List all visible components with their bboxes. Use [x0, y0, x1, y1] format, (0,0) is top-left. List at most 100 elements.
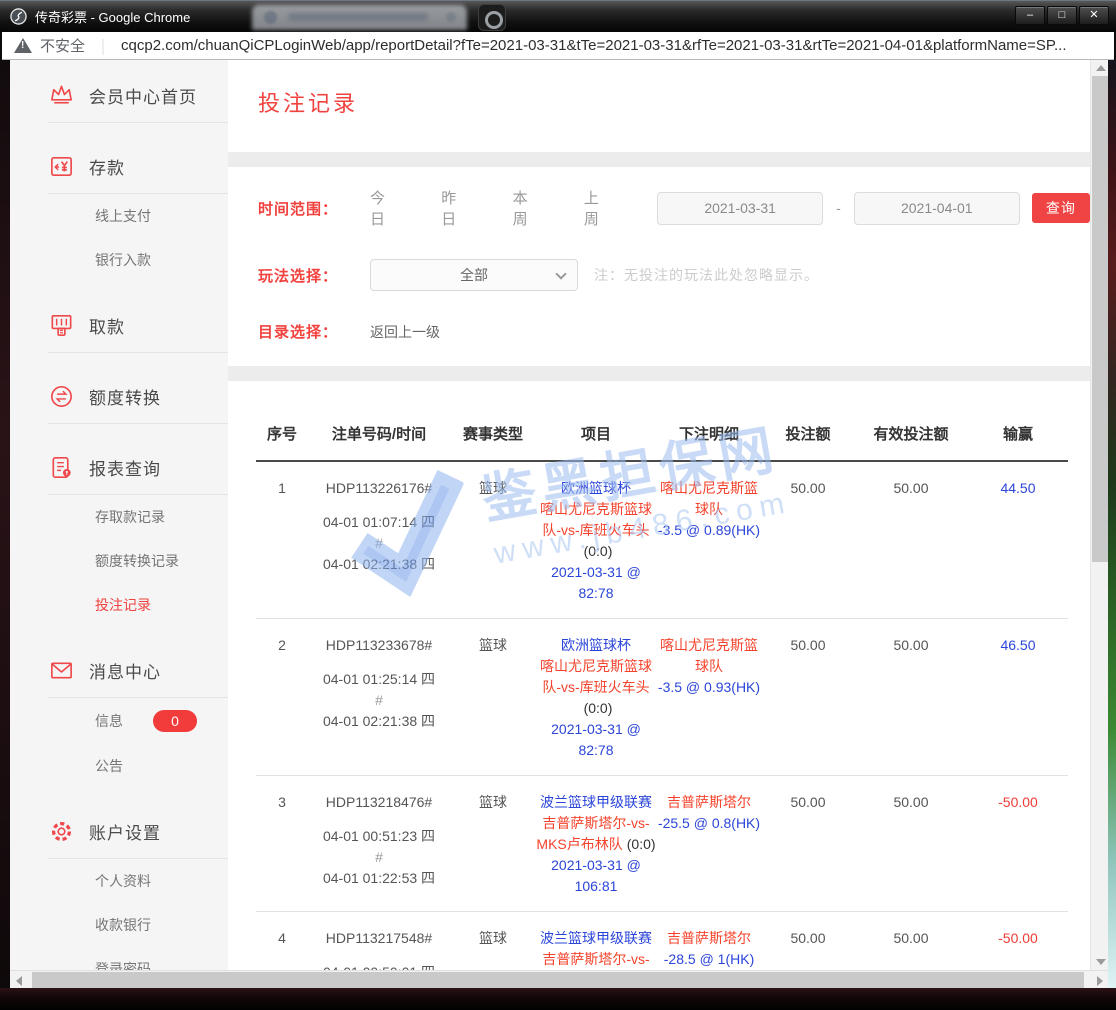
cell-valid-amount: 50.00	[854, 792, 968, 897]
page-url[interactable]: cqcp2.com/chuanQiCPLoginWeb/app/reportDe…	[121, 37, 1066, 54]
league-name[interactable]: 欧洲篮球杯	[536, 635, 656, 656]
page-body: 会员中心首页 存款 线上支付 银行入款 取款	[10, 60, 1108, 970]
sidebar-item-messages[interactable]: 信息 0	[10, 698, 228, 744]
vertical-scrollbar-thumb[interactable]	[1092, 76, 1108, 562]
table-row[interactable]: 3 HDP113218476# 04-01 00:51:23 四 # 04-01…	[256, 776, 1068, 912]
sidebar-item-bet-records[interactable]: 投注记录	[10, 583, 228, 627]
site-favicon-icon	[10, 8, 27, 25]
sidebar-subitem-label: 公告	[95, 756, 123, 776]
settle-time: 04-01 02:21:38 四	[308, 554, 450, 575]
sidebar-item-withdraw[interactable]: 取款	[48, 282, 228, 353]
cell-sport-type: 篮球	[450, 928, 536, 970]
table-row[interactable]: 4 HDP113217548# 04-01 00:50:01 四 # 04-01…	[256, 912, 1068, 970]
back-to-parent-link[interactable]: 返回上一级	[370, 322, 440, 342]
quick-link-yesterday[interactable]: 昨日	[441, 187, 468, 229]
match-result[interactable]: 2021-03-31 @ 82:78	[536, 562, 656, 604]
sidebar-item-label: 会员中心首页	[89, 83, 197, 108]
background-app-icon[interactable]	[478, 4, 506, 31]
directory-label: 目录选择：	[258, 321, 354, 342]
column-header: 下注明细	[656, 423, 762, 444]
horizontal-scrollbar-thumb[interactable]	[32, 972, 1084, 988]
scroll-right-icon[interactable]	[1097, 976, 1103, 986]
sidebar-item-quota-transfer-records[interactable]: 额度转换记录	[10, 539, 228, 583]
cell-valid-amount: 50.00	[854, 478, 968, 604]
sidebar-item-online-pay[interactable]: 线上支付	[10, 194, 228, 238]
column-header: 有效投注额	[854, 423, 968, 444]
withdraw-icon	[48, 312, 75, 339]
sidebar-item-member-home[interactable]: 会员中心首页	[48, 60, 228, 123]
sidebar-subitem-label: 存取款记录	[95, 507, 165, 527]
match-result[interactable]: 2021-03-31 @ 82:78	[536, 719, 656, 761]
match-teams[interactable]: 喀山尤尼克斯篮球队-vs-库班火车头	[540, 658, 652, 695]
sidebar-item-login-password[interactable]: 登录密码	[10, 947, 228, 970]
bet-team[interactable]: 喀山尤尼克斯篮球队	[656, 478, 762, 520]
sidebar-item-profile[interactable]: 个人资料	[10, 859, 228, 903]
order-times: 04-01 01:07:14 四 # 04-01 02:21:38 四	[308, 512, 450, 575]
address-bar[interactable]: 不安全 ｜ cqcp2.com/chuanQiCPLoginWeb/app/re…	[2, 32, 1114, 60]
sidebar-item-reports[interactable]: 报表查询	[48, 424, 228, 495]
directory-row: 目录选择： 返回上一级	[258, 321, 1090, 342]
match-result[interactable]: 2021-03-31 @ 106:81	[536, 855, 656, 897]
quick-link-last-week[interactable]: 上周	[584, 187, 611, 229]
sidebar-item-bank-deposit[interactable]: 银行入款	[10, 238, 228, 282]
main-content: 投注记录 时间范围： 今日 昨日 本周 上周 - 查询 玩法选择：	[228, 60, 1090, 970]
filters-panel: 时间范围： 今日 昨日 本周 上周 - 查询 玩法选择： 全部 注	[228, 167, 1090, 366]
sidebar-item-label: 报表查询	[89, 455, 161, 480]
sidebar-item-quota-transfer[interactable]: 额度转换	[48, 353, 228, 424]
security-warning-icon[interactable]	[14, 38, 32, 53]
background-tab-label	[288, 13, 428, 21]
quick-link-today[interactable]: 今日	[370, 187, 397, 229]
league-name[interactable]: 波兰篮球甲级联赛	[536, 792, 656, 813]
bet-team[interactable]: 吉普萨斯塔尔	[656, 792, 762, 813]
bet-time: 04-01 01:07:14 四	[308, 512, 450, 533]
vertical-scrollbar[interactable]	[1090, 60, 1108, 970]
sidebar-item-label: 消息中心	[89, 658, 161, 683]
sidebar-item-announcements[interactable]: 公告	[10, 744, 228, 788]
browser-window: 传奇彩票 - Google Chrome – □ ✕ 不安全 ｜ cqcp2.c…	[0, 0, 1116, 1010]
sidebar-item-deposit[interactable]: 存款	[48, 123, 228, 194]
background-tab-close-icon[interactable]	[446, 12, 456, 22]
bet-line: -25.5 @ 0.8(HK)	[656, 813, 762, 834]
bet-records-table: 序号注单号码/时间赛事类型项目下注明细投注额有效投注额输赢 1 HDP11322…	[256, 381, 1068, 970]
window-frame-bottom	[0, 988, 1116, 1010]
column-header: 投注额	[762, 423, 854, 444]
match-teams[interactable]: 喀山尤尼克斯篮球队-vs-库班火车头	[540, 501, 652, 538]
close-button[interactable]: ✕	[1079, 6, 1109, 25]
cell-sport-type: 篮球	[450, 635, 536, 761]
sidebar-item-account-settings[interactable]: 账户设置	[48, 788, 228, 859]
message-count-badge: 0	[153, 710, 197, 732]
league-name[interactable]: 波兰篮球甲级联赛	[536, 928, 656, 949]
order-number: HDP113218476#	[308, 792, 450, 813]
scroll-up-icon[interactable]	[1096, 65, 1106, 71]
date-to-input[interactable]	[854, 192, 1020, 225]
cell-match-item: 欧洲篮球杯 喀山尤尼克斯篮球队-vs-库班火车头(0:0) 2021-03-31…	[536, 478, 656, 604]
sidebar-item-receiving-bank[interactable]: 收款银行	[10, 903, 228, 947]
transfer-icon	[48, 383, 75, 410]
time-separator: #	[308, 533, 450, 554]
security-warning-label[interactable]: 不安全	[40, 35, 85, 56]
scroll-left-icon[interactable]	[16, 976, 22, 986]
date-from-input[interactable]	[657, 192, 823, 225]
order-times: 04-01 00:50:01 四 # 04-01 01:22:53 四	[308, 962, 450, 970]
bet-team[interactable]: 喀山尤尼克斯篮球队	[656, 635, 762, 677]
league-name[interactable]: 欧洲篮球杯	[536, 478, 656, 499]
query-button[interactable]: 查询	[1032, 193, 1090, 223]
play-type-select[interactable]: 全部	[370, 259, 578, 291]
table-row[interactable]: 2 HDP113233678# 04-01 01:25:14 四 # 04-01…	[256, 619, 1068, 776]
table-row[interactable]: 1 HDP113226176# 04-01 01:07:14 四 # 04-01…	[256, 462, 1068, 619]
horizontal-scrollbar[interactable]	[10, 970, 1108, 988]
quick-link-this-week[interactable]: 本周	[513, 187, 540, 229]
bet-line: -3.5 @ 0.93(HK)	[656, 677, 762, 698]
scroll-down-icon[interactable]	[1096, 959, 1106, 965]
match-teams[interactable]: 吉普萨斯塔尔-vs-MKS卢布林队	[536, 951, 649, 970]
mail-icon	[48, 657, 75, 684]
maximize-button[interactable]: □	[1047, 6, 1077, 25]
sidebar-item-deposit-withdraw-records[interactable]: 存取款记录	[10, 495, 228, 539]
minimize-button[interactable]: –	[1015, 6, 1045, 25]
cell-bet-detail: 吉普萨斯塔尔 -25.5 @ 0.8(HK)	[656, 792, 762, 897]
sidebar-item-message-center[interactable]: 消息中心	[48, 627, 228, 698]
cell-order-time: HDP113233678# 04-01 01:25:14 四 # 04-01 0…	[308, 635, 450, 761]
sidebar-subitem-label: 信息	[95, 711, 123, 731]
bet-team[interactable]: 吉普萨斯塔尔	[656, 928, 762, 949]
play-type-row: 玩法选择： 全部 注：无投注的玩法此处忽略显示。	[258, 259, 1090, 291]
